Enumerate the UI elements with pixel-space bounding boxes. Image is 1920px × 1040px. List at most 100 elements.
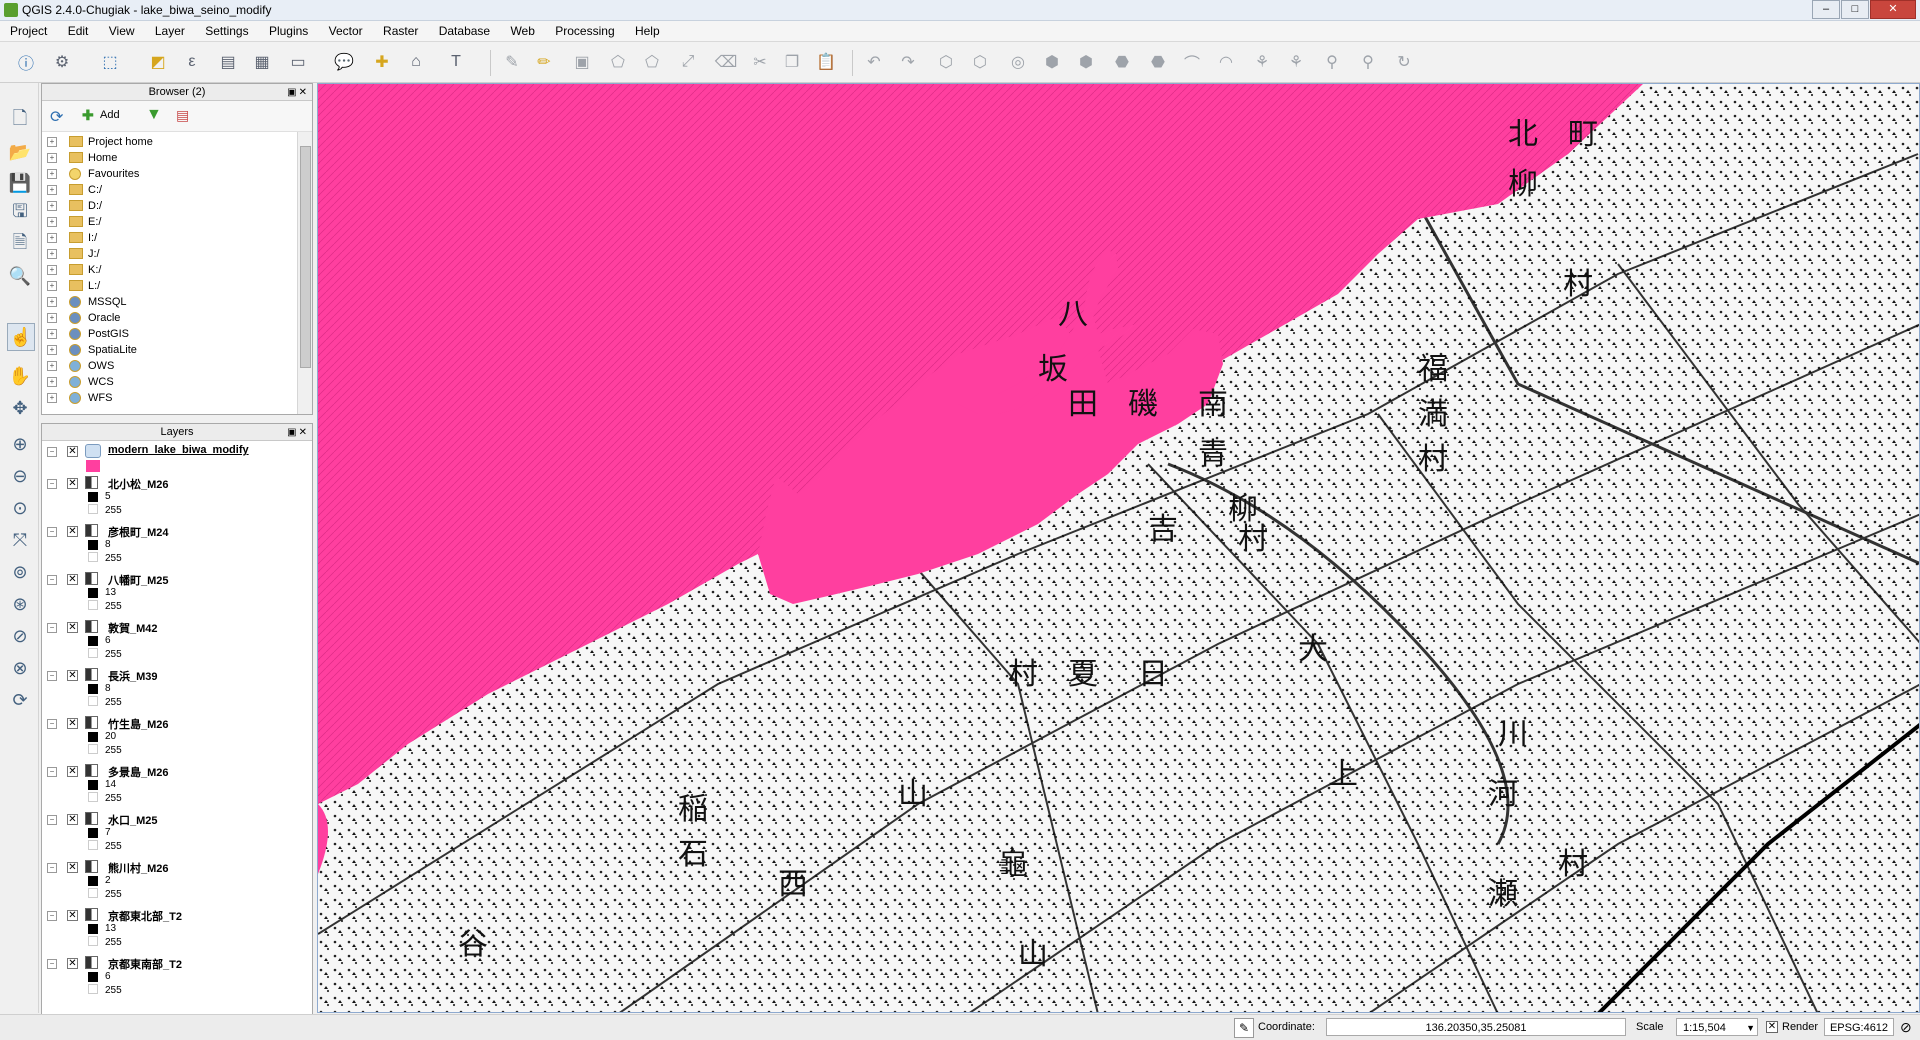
attribute-table-icon[interactable]: ▤ <box>216 50 240 74</box>
menu-plugins[interactable]: Plugins <box>259 21 315 38</box>
redo-icon[interactable]: ↷ <box>896 50 920 74</box>
expand-icon[interactable]: + <box>47 361 57 371</box>
composer-manager-icon[interactable]: 🔍 <box>7 263 33 289</box>
browser-item[interactable]: + L:/ <box>42 278 292 294</box>
browser-item[interactable]: + Home <box>42 150 292 166</box>
layer-row-raster[interactable]: − ✕ 京都東南部_T2 6 255 <box>42 955 302 1001</box>
expand-icon[interactable]: + <box>47 217 57 227</box>
minimize-button[interactable]: – <box>1812 0 1840 19</box>
render-checkbox[interactable]: ✕ <box>1766 1021 1778 1033</box>
menu-web[interactable]: Web <box>500 21 541 38</box>
fill-ring-icon[interactable]: ⬢ <box>1074 50 1098 74</box>
browser-item[interactable]: + K:/ <box>42 262 292 278</box>
zoom-selection-icon[interactable]: ⊚ <box>7 559 33 585</box>
zoom-in-icon[interactable]: ⊕ <box>7 431 33 457</box>
collapse-icon[interactable]: − <box>47 959 57 969</box>
expand-icon[interactable]: + <box>47 377 57 387</box>
expand-icon[interactable]: + <box>47 313 57 323</box>
expand-icon[interactable]: + <box>47 233 57 243</box>
browser-item[interactable]: + Oracle <box>42 310 292 326</box>
layer-visibility-checkbox[interactable]: ✕ <box>67 574 78 585</box>
maximize-button[interactable]: □ <box>1841 0 1869 19</box>
browser-item[interactable]: + E:/ <box>42 214 292 230</box>
text-annotation-icon[interactable]: T <box>444 50 468 74</box>
simplify-feature-icon[interactable]: ⬡ <box>968 50 992 74</box>
merge-attributes-icon[interactable]: ⚲ <box>1356 50 1380 74</box>
zoom-full-icon[interactable]: ⤧ <box>7 527 33 553</box>
panel-float-close-icon[interactable]: ▣✕ <box>287 85 309 101</box>
menu-edit[interactable]: Edit <box>58 21 96 38</box>
zoom-next-icon[interactable]: ⊗ <box>7 655 33 681</box>
expand-icon[interactable]: + <box>47 185 57 195</box>
field-calculator-icon[interactable]: ▦ <box>250 50 274 74</box>
collapse-icon[interactable]: − <box>47 623 57 633</box>
zoom-native-icon[interactable]: ⊙ <box>7 495 33 521</box>
zoom-last-icon[interactable]: ⊘ <box>7 623 33 649</box>
browser-item[interactable]: + Favourites <box>42 166 292 182</box>
layer-row-raster[interactable]: − ✕ 竹生島_M26 20 255 <box>42 715 302 761</box>
deselect-icon[interactable]: ◩ <box>146 50 170 74</box>
identify-icon[interactable]: ⓘ <box>14 50 38 74</box>
add-feature-icon[interactable]: ⬠ <box>606 50 630 74</box>
undo-icon[interactable]: ↶ <box>862 50 886 74</box>
expand-icon[interactable]: + <box>47 281 57 291</box>
layer-row-raster[interactable]: − ✕ 八幡町_M25 13 255 <box>42 571 302 617</box>
layer-row-raster[interactable]: − ✕ 敦賀_M42 6 255 <box>42 619 302 665</box>
zoom-layer-icon[interactable]: ⊛ <box>7 591 33 617</box>
save-edits-icon[interactable]: ▣ <box>570 50 594 74</box>
collapse-icon[interactable]: − <box>47 767 57 777</box>
map-canvas[interactable]: 北町柳村八坂田磯南青柳福満村吉大村夏日村稲山上川河瀬龜山西石谷村 <box>317 83 1920 1013</box>
expand-icon[interactable]: + <box>47 297 57 307</box>
menu-layer[interactable]: Layer <box>145 21 192 38</box>
layer-visibility-checkbox[interactable]: ✕ <box>67 862 78 873</box>
collapse-icon[interactable]: − <box>47 671 57 681</box>
expand-icon[interactable]: + <box>47 393 57 403</box>
browser-item[interactable]: + OWS <box>42 358 292 374</box>
expand-icon[interactable]: + <box>47 169 57 179</box>
panel-float-close-icon[interactable]: ▣✕ <box>287 425 309 441</box>
layer-row-raster[interactable]: − ✕ 長浜_M39 8 255 <box>42 667 302 713</box>
expand-icon[interactable]: + <box>47 329 57 339</box>
menu-view[interactable]: View <box>99 21 142 38</box>
expression-select-icon[interactable]: ε <box>180 50 204 74</box>
messages-icon[interactable]: ✎ <box>1234 1018 1254 1038</box>
browser-item[interactable]: + I:/ <box>42 230 292 246</box>
layer-row-raster[interactable]: − ✕ 熊川村_M26 2 255 <box>42 859 302 905</box>
browser-item[interactable]: + C:/ <box>42 182 292 198</box>
save-project-icon[interactable]: 💾 <box>7 170 33 196</box>
menu-settings[interactable]: Settings <box>195 21 255 38</box>
pan-to-selection-icon[interactable]: ✥ <box>7 395 33 421</box>
browser-item[interactable]: + WCS <box>42 374 292 390</box>
layer-visibility-checkbox[interactable]: ✕ <box>67 622 78 633</box>
browser-item[interactable]: + D:/ <box>42 198 292 214</box>
coordinate-field[interactable]: 136.20350,35.25081 <box>1326 1018 1626 1036</box>
menu-help[interactable]: Help <box>625 21 667 38</box>
browser-item[interactable]: + SpatiaLite <box>42 342 292 358</box>
layer-row-raster[interactable]: − ✕ 北小松_M26 5 255 <box>42 475 302 521</box>
layer-visibility-checkbox[interactable]: ✕ <box>67 910 78 921</box>
zoom-out-icon[interactable]: ⊖ <box>7 463 33 489</box>
copy-features-icon[interactable]: ❐ <box>780 50 804 74</box>
layer-row-raster[interactable]: − ✕ 多景島_M26 14 255 <box>42 763 302 809</box>
new-bookmark-icon[interactable]: ✚ <box>370 50 394 74</box>
layer-visibility-checkbox[interactable]: ✕ <box>67 958 78 969</box>
browser-item[interactable]: + J:/ <box>42 246 292 262</box>
filter-icon[interactable]: ▼ <box>146 106 162 124</box>
refresh-browser-icon[interactable]: ⟳ <box>50 107 63 127</box>
layer-visibility-checkbox[interactable]: ✕ <box>67 478 78 489</box>
layer-visibility-checkbox[interactable]: ✕ <box>67 718 78 729</box>
browser-item[interactable]: + Project home <box>42 134 292 150</box>
menu-project[interactable]: Project <box>0 21 54 38</box>
layer-visibility-checkbox[interactable]: ✕ <box>67 814 78 825</box>
expand-icon[interactable]: + <box>47 345 57 355</box>
layer-row-raster[interactable]: − ✕ 京都東北部_T2 13 255 <box>42 907 302 953</box>
expand-icon[interactable]: + <box>47 265 57 275</box>
split-parts-icon[interactable]: ⚘ <box>1284 50 1308 74</box>
expand-icon[interactable]: + <box>47 201 57 211</box>
browser-item[interactable]: + MSSQL <box>42 294 292 310</box>
collapse-icon[interactable]: − <box>47 575 57 585</box>
collapse-icon[interactable]: − <box>47 447 57 457</box>
delete-ring-icon[interactable]: ⬣ <box>1110 50 1134 74</box>
add-layer-icon[interactable]: ✚ <box>82 107 94 124</box>
merge-features-icon[interactable]: ⚲ <box>1320 50 1344 74</box>
